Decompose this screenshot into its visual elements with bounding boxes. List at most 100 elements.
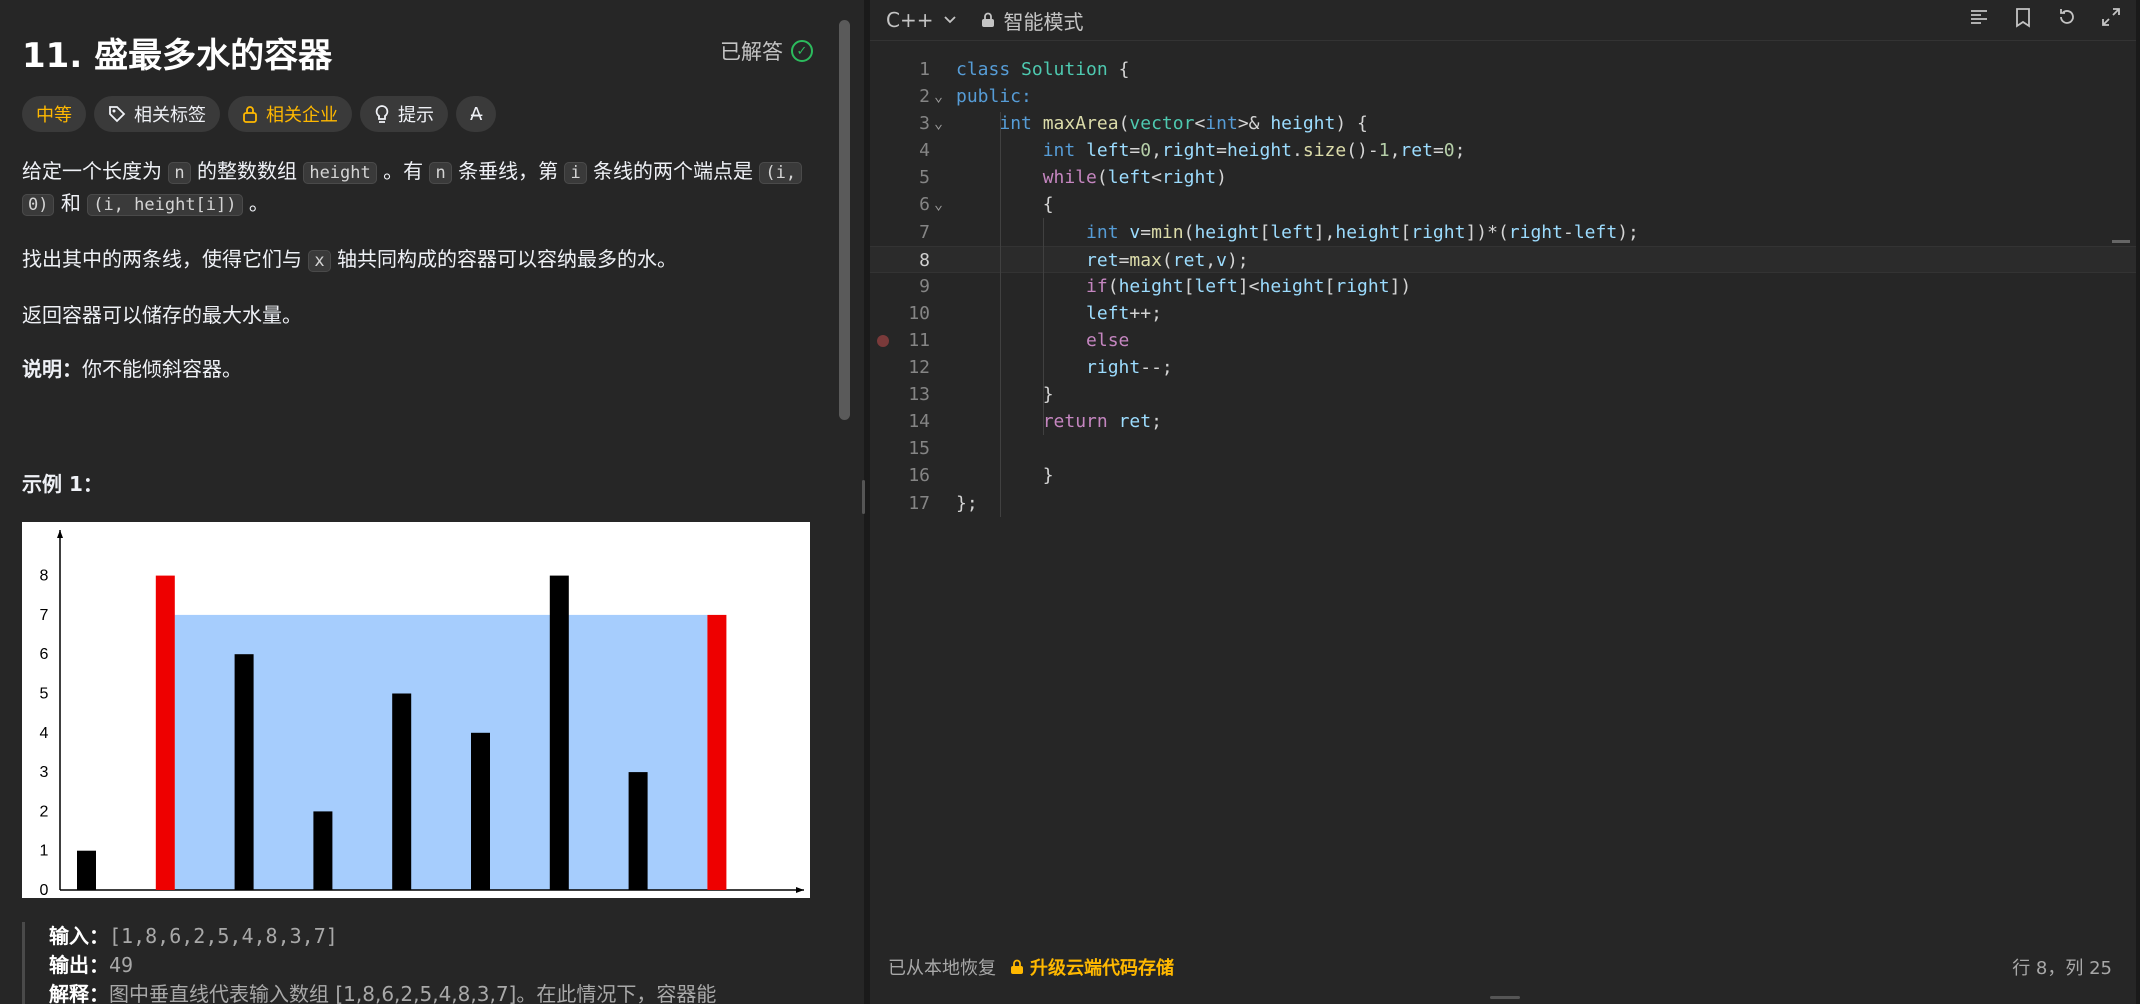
code-text[interactable]: class Solution {	[956, 56, 1129, 83]
format-icon[interactable]	[1968, 6, 1990, 28]
code-line[interactable]: 3 ⌄ int maxArea(vector<int>& height) {	[870, 110, 2136, 137]
fold-chevron-icon[interactable]: ⌄	[934, 191, 943, 218]
code-line[interactable]: 4 int left=0,right=height.size()-1,ret=0…	[870, 137, 2136, 164]
related-companies-label: 相关企业	[266, 105, 338, 126]
code-text[interactable]: }	[956, 381, 1054, 408]
code-panel: C++ 智能模式 1 class Solution { 2 ⌄ public: 3 ⌄ …	[870, 0, 2136, 1004]
description-paragraph-3: 返回容器可以储存的最大水量。	[22, 303, 302, 327]
problem-panel: 11. 盛最多水的容器 已解答 ✓ 中等 相关标签 相关企业 提示 A̶ 给定一…	[0, 0, 864, 1004]
restore-status: 已从本地恢复	[888, 958, 996, 979]
smart-mode-toggle[interactable]: 智能模式	[981, 6, 1083, 35]
desc-text: 。	[248, 191, 269, 215]
translate-button[interactable]: A̶	[456, 96, 497, 132]
line-number: 14	[908, 411, 930, 433]
problem-title: 11. 盛最多水的容器	[22, 36, 333, 76]
code-line[interactable]: 12 right--;	[870, 354, 2136, 381]
y-tick-label: 0	[40, 882, 49, 898]
divider-grip[interactable]	[862, 480, 865, 514]
code-text[interactable]: if(height[left]<height[right])	[956, 273, 1411, 300]
code-line[interactable]: 15	[870, 435, 2136, 462]
related-companies-button[interactable]: 相关企业	[228, 96, 352, 132]
line-number: 8	[919, 249, 930, 271]
bar	[628, 772, 648, 890]
upgrade-cloud-link[interactable]: 升级云端代码存储	[1010, 954, 1174, 980]
description-scrollbar-thumb[interactable]	[839, 20, 850, 420]
editor-scrollbar-marker	[2112, 240, 2130, 243]
x-axis-arrow	[796, 887, 804, 893]
code-line[interactable]: 14 return ret;	[870, 408, 2136, 435]
code-text[interactable]: {	[956, 191, 1054, 218]
code-line[interactable]: 7 int v=min(height[left],height[right])*…	[870, 219, 2136, 246]
code-line[interactable]: 11 else	[870, 327, 2136, 354]
language-select[interactable]: C++	[886, 8, 957, 32]
solved-label: 已解答	[720, 40, 783, 64]
editor-statusbar: 已从本地恢复 升级云端代码存储 行 8，列 25	[870, 950, 2136, 984]
tag-bar: 中等 相关标签 相关企业 提示 A̶	[22, 96, 497, 132]
y-tick-label: 7	[40, 607, 49, 624]
example-io: 输入：[1,8,6,2,5,4,8,3,7] 输出：49 解释：图中垂直线代表输…	[22, 922, 716, 1004]
y-tick-label: 5	[40, 686, 49, 703]
code-text[interactable]: left++;	[956, 300, 1162, 327]
code-text[interactable]: }	[956, 462, 1054, 489]
example-title: 示例 1：	[22, 472, 103, 496]
explain-label: 解释：	[49, 982, 109, 1004]
inline-code: n	[168, 162, 191, 184]
desc-text: 给定一个长度为	[22, 159, 162, 183]
difficulty-label: 中等	[36, 105, 72, 126]
output-value: 49	[109, 953, 134, 977]
check-circle-icon: ✓	[791, 40, 813, 62]
code-text[interactable]: int maxArea(vector<int>& height) {	[956, 110, 1368, 137]
line-number: 13	[908, 384, 930, 406]
code-text[interactable]: };	[956, 490, 978, 517]
code-text[interactable]: int left=0,right=height.size()-1,ret=0;	[956, 137, 1466, 164]
code-editor[interactable]: 1 class Solution { 2 ⌄ public: 3 ⌄ int maxAr…	[870, 56, 2136, 936]
reset-icon[interactable]	[2056, 6, 2078, 28]
description-paragraph-1: 给定一个长度为 n 的整数数组 height 。有 n 条垂线，第 i 条线的两…	[22, 156, 822, 220]
code-text[interactable]: public:	[956, 83, 1032, 110]
code-line[interactable]: 10 left++;	[870, 300, 2136, 327]
example-input: 输入：[1,8,6,2,5,4,8,3,7]	[49, 922, 716, 951]
bottom-resize-grip[interactable]	[1490, 996, 1520, 999]
desc-text: 的整数数组	[196, 159, 297, 183]
code-text[interactable]: int v=min(height[left],height[right])*(r…	[956, 219, 1639, 246]
hint-button[interactable]: 提示	[360, 96, 448, 132]
code-line-current[interactable]: 8 ret=max(ret,v);	[870, 245, 2136, 273]
code-text[interactable]: while(left<right)	[956, 164, 1227, 191]
fold-chevron-icon[interactable]: ⌄	[934, 83, 943, 110]
line-number: 11	[908, 329, 930, 351]
input-label: 输入：	[49, 924, 109, 948]
indent-guide	[1000, 112, 1001, 517]
y-tick-label: 6	[40, 646, 49, 663]
line-number: 1	[919, 59, 930, 80]
code-line[interactable]: 17};	[870, 490, 2136, 517]
lock-icon	[1011, 959, 1023, 974]
water-area	[174, 614, 708, 890]
code-line[interactable]: 1 class Solution {	[870, 56, 2136, 83]
problem-description: 给定一个长度为 n 的整数数组 height 。有 n 条垂线，第 i 条线的两…	[22, 156, 822, 408]
related-tags-button[interactable]: 相关标签	[94, 96, 220, 132]
code-text[interactable]: return ret;	[956, 408, 1162, 435]
y-tick-label: 1	[40, 843, 49, 860]
code-line[interactable]: 6 ⌄ {	[870, 191, 2136, 218]
code-line[interactable]: 13 }	[870, 381, 2136, 408]
bar	[549, 575, 569, 890]
desc-text: 。有	[383, 159, 424, 183]
line-number: 6	[919, 194, 930, 216]
bookmark-icon[interactable]	[2012, 6, 2034, 28]
code-line[interactable]: 2 ⌄ public:	[870, 83, 2136, 110]
code-text[interactable]: right--;	[956, 354, 1173, 381]
line-number: 3	[919, 113, 930, 135]
line-number: 12	[908, 357, 930, 379]
code-line[interactable]: 5 while(left<right)	[870, 164, 2136, 191]
solved-status: 已解答 ✓	[720, 36, 813, 66]
lock-icon	[243, 106, 257, 123]
fold-chevron-icon[interactable]: ⌄	[934, 110, 943, 137]
inline-code: 0)	[22, 194, 55, 216]
code-line[interactable]: 16 }	[870, 462, 2136, 489]
fullscreen-icon[interactable]	[2100, 6, 2122, 28]
code-line[interactable]: 9 if(height[left]<height[right])	[870, 273, 2136, 300]
bar	[313, 811, 333, 890]
editor-tools	[1968, 6, 2122, 28]
desc-text: 条垂线，第	[458, 159, 559, 183]
note-text: 你不能倾斜容器。	[82, 357, 242, 381]
